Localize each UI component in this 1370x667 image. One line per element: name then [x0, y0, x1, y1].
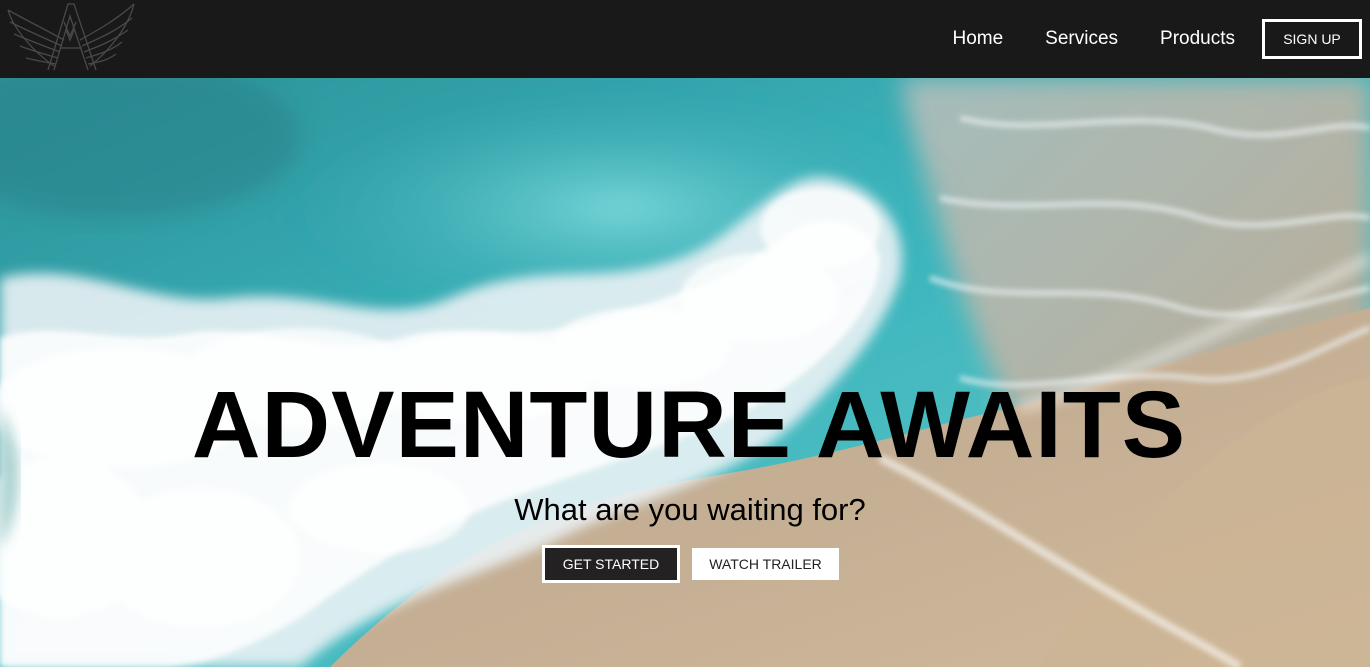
- hero-title: ADVENTURE AWAITS: [191, 372, 1187, 478]
- signup-button[interactable]: SIGN UP: [1262, 19, 1362, 59]
- winged-a-logo-icon[interactable]: [4, 0, 138, 72]
- watch-trailer-button[interactable]: WATCH TRAILER: [692, 548, 839, 580]
- nav-links: Home Services Products SIGN UP: [931, 0, 1362, 78]
- nav-link-services[interactable]: Services: [1045, 28, 1118, 50]
- hero-content: ADVENTURE AWAITS What are you waiting fo…: [0, 78, 1370, 667]
- hero-section: ADVENTURE AWAITS What are you waiting fo…: [0, 78, 1370, 667]
- navbar: Home Services Products SIGN UP: [0, 0, 1370, 78]
- hero-buttons: GET STARTED WATCH TRAILER: [542, 545, 839, 583]
- nav-link-home[interactable]: Home: [952, 28, 1003, 50]
- get-started-button[interactable]: GET STARTED: [542, 545, 680, 583]
- hero-subtitle: What are you waiting for?: [514, 492, 866, 527]
- nav-link-products[interactable]: Products: [1160, 28, 1235, 50]
- landing-page: Home Services Products SIGN UP ADVENTURE…: [0, 0, 1370, 667]
